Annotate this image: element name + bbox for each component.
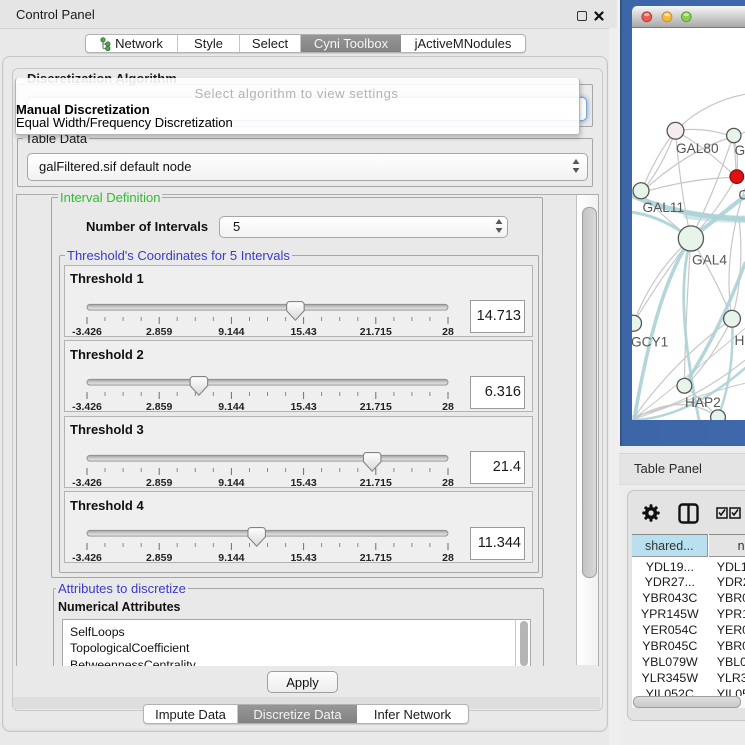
svg-text:21.715: 21.715 bbox=[360, 477, 392, 486]
svg-text:-3.426: -3.426 bbox=[72, 552, 102, 561]
svg-text:15.43: 15.43 bbox=[290, 552, 316, 561]
svg-text:15.43: 15.43 bbox=[290, 477, 316, 486]
svg-text:2.859: 2.859 bbox=[146, 401, 172, 410]
svg-text:G.: G. bbox=[735, 142, 745, 157]
svg-text:-3.426: -3.426 bbox=[72, 477, 102, 486]
svg-text:GCY1: GCY1 bbox=[632, 334, 668, 349]
svg-text:28: 28 bbox=[442, 326, 454, 335]
svg-text:2.859: 2.859 bbox=[146, 477, 172, 486]
svg-text:HAP2: HAP2 bbox=[685, 394, 721, 409]
svg-text:21.715: 21.715 bbox=[360, 401, 392, 410]
svg-text:21.715: 21.715 bbox=[360, 326, 392, 335]
svg-text:15.43: 15.43 bbox=[290, 326, 316, 335]
svg-text:9.144: 9.144 bbox=[218, 326, 244, 335]
svg-text:21.715: 21.715 bbox=[360, 552, 392, 561]
svg-text:GAL80: GAL80 bbox=[676, 140, 719, 155]
svg-text:28: 28 bbox=[442, 401, 454, 410]
svg-text:28: 28 bbox=[442, 477, 454, 486]
svg-text:28: 28 bbox=[442, 552, 454, 561]
svg-text:GAL4: GAL4 bbox=[692, 252, 727, 267]
svg-text:9.144: 9.144 bbox=[218, 401, 244, 410]
svg-text:2.859: 2.859 bbox=[146, 552, 172, 561]
svg-text:-3.426: -3.426 bbox=[72, 401, 102, 410]
svg-text:GAL11: GAL11 bbox=[643, 199, 685, 214]
svg-text:C: C bbox=[738, 187, 745, 202]
svg-text:9.144: 9.144 bbox=[218, 552, 244, 561]
svg-text:2.859: 2.859 bbox=[146, 326, 172, 335]
svg-text:-3.426: -3.426 bbox=[72, 326, 102, 335]
svg-text:15.43: 15.43 bbox=[290, 401, 316, 410]
svg-text:H: H bbox=[735, 332, 745, 347]
svg-text:9.144: 9.144 bbox=[218, 477, 244, 486]
